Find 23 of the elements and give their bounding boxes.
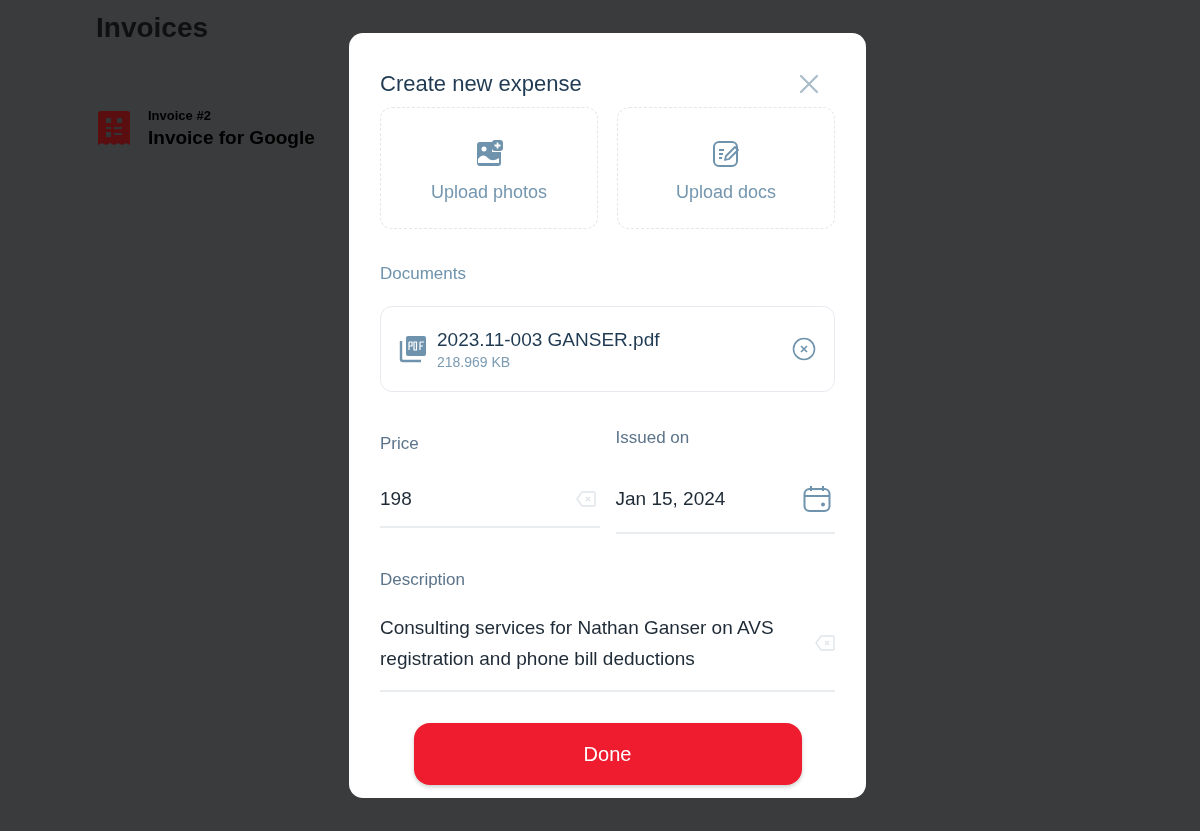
price-label: Price [380, 434, 420, 454]
documents-label: Documents [380, 264, 467, 284]
pdf-icon [399, 335, 427, 363]
price-field[interactable]: 198 [380, 472, 600, 528]
issued-on-label: Issued on [615, 428, 691, 448]
file-size: 218.969 KB [437, 353, 512, 370]
clear-icon[interactable] [815, 635, 835, 651]
clear-icon[interactable] [575, 491, 596, 507]
file-name: 2023.11-003 GANSER.pdf [437, 328, 661, 351]
close-icon[interactable] [799, 74, 819, 94]
dialog-title: Create new expense [380, 71, 582, 97]
done-button[interactable]: Done [413, 723, 802, 785]
calendar-icon[interactable] [803, 485, 831, 513]
upload-docs-button[interactable]: Upload docs [617, 107, 835, 229]
invoice-number: Invoice #2 [148, 108, 212, 123]
upload-photos-button[interactable]: Upload photos [380, 107, 598, 229]
date-field[interactable]: Jan 15, 2024 [615, 466, 835, 534]
receipt-icon [98, 110, 130, 147]
description-field[interactable]: Consulting services for Nathan Ganser on AVS registration and phone bill deductions [380, 604, 835, 692]
image-add-icon [475, 139, 503, 168]
remove-icon[interactable] [792, 337, 816, 361]
edit-document-icon [712, 139, 740, 168]
description-label: Description [380, 570, 467, 590]
